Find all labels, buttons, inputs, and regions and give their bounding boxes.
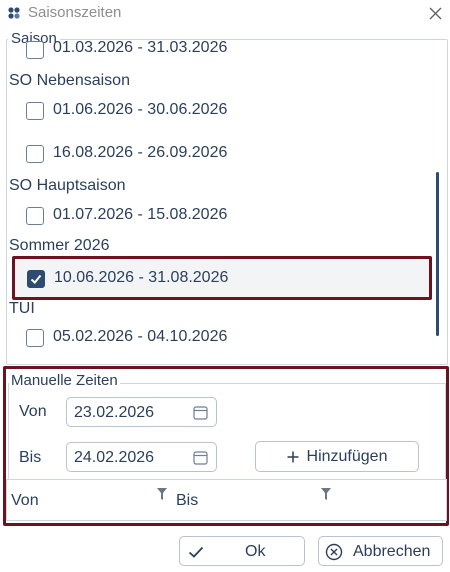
column-header-bis[interactable]: Bis (176, 492, 198, 510)
range-checkbox[interactable] (26, 145, 44, 163)
range-checkbox[interactable] (26, 329, 44, 347)
bis-date-value: 24.02.2026 (74, 449, 155, 466)
title-bar: Saisonszeiten (0, 0, 450, 26)
saison-list[interactable]: 01.03.2026 - 31.03.2026 SO Nebensaison 0… (8, 40, 448, 363)
cancel-circle-icon (325, 543, 343, 561)
saison-list-scrollbar[interactable] (436, 172, 439, 336)
plus-icon (287, 451, 299, 462)
von-date-value: 23.02.2026 (74, 404, 155, 421)
filter-icon[interactable] (157, 488, 167, 500)
cancel-button-label: Abbrechen (353, 543, 431, 560)
range-label: 16.08.2026 - 26.09.2026 (53, 144, 228, 161)
add-button[interactable]: Hinzufügen (255, 441, 419, 472)
range-item-so-hauptsaison-1[interactable]: 01.07.2026 - 15.08.2026 (8, 199, 428, 233)
app-logo-icon (8, 7, 20, 19)
bis-date-input[interactable]: 24.02.2026 (66, 442, 217, 472)
bis-label: Bis (19, 449, 42, 466)
ok-button[interactable]: Ok (179, 536, 305, 566)
season-header-tui: TUI (9, 300, 35, 317)
range-item-partial[interactable]: 01.03.2026 - 31.03.2026 (8, 40, 428, 65)
manual-times-label: Manuelle Zeiten (9, 372, 120, 389)
ok-button-label: Ok (245, 543, 266, 560)
range-item-so-nebensaison-1[interactable]: 01.06.2026 - 30.06.2026 (8, 94, 428, 128)
range-checkbox[interactable] (26, 41, 44, 59)
range-item-tui-1[interactable]: 05.02.2026 - 04.10.2026 (8, 321, 428, 355)
calendar-icon[interactable] (193, 405, 208, 420)
checkmark-icon (30, 274, 42, 284)
range-label: 10.06.2026 - 31.08.2026 (54, 269, 229, 286)
von-date-input[interactable]: 23.02.2026 (66, 397, 217, 427)
column-header-von[interactable]: Von (11, 492, 39, 510)
range-label: 01.06.2026 - 30.06.2026 (53, 101, 228, 118)
range-checkbox[interactable] (26, 102, 44, 120)
window-title: Saisonszeiten (28, 4, 122, 21)
season-header-so-nebensaison: SO Nebensaison (9, 72, 130, 89)
calendar-icon[interactable] (193, 450, 208, 465)
filter-icon[interactable] (321, 488, 331, 500)
close-icon (429, 7, 441, 19)
add-button-label: Hinzufügen (306, 447, 388, 465)
range-label: 05.02.2026 - 04.10.2026 (53, 328, 228, 345)
range-checkbox-checked[interactable] (27, 270, 45, 288)
season-header-sommer-2026: Sommer 2026 (9, 237, 110, 254)
range-label: 01.07.2026 - 15.08.2026 (53, 206, 228, 223)
range-checkbox[interactable] (26, 207, 44, 225)
cancel-button[interactable]: Abbrechen (318, 536, 443, 566)
close-button[interactable] (424, 2, 446, 24)
checkmark-icon (188, 546, 204, 558)
manual-times-table-header: Von Bis (6, 479, 447, 521)
von-label: Von (19, 403, 47, 420)
range-item-so-nebensaison-2[interactable]: 16.08.2026 - 26.09.2026 (8, 137, 428, 171)
season-header-so-hauptsaison: SO Hauptsaison (9, 177, 126, 194)
range-item-sommer-2026-1[interactable]: 10.06.2026 - 31.08.2026 (13, 259, 431, 299)
range-label: 01.03.2026 - 31.03.2026 (53, 40, 228, 56)
